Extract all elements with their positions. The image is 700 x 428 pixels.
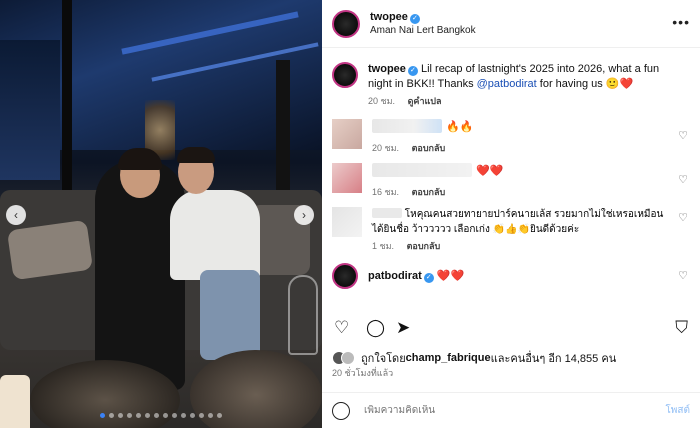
comments-list: twopee ✓ Lil recap of lastnight's 2025 in… [322, 56, 700, 314]
comment: โหคุณคนสวยทายายปาร์คนายเล้ส รวยมากไม่ใช่… [322, 207, 700, 253]
carousel-dot [127, 413, 132, 418]
comment-body: โหคุณคนสวยทายายปาร์คนายเล้ส รวยมากไม่ใช่… [372, 207, 672, 253]
carousel-dot [109, 413, 114, 418]
bookmark-icon[interactable]: ⛉ [675, 318, 688, 338]
emoji-icon[interactable] [332, 401, 350, 420]
photo-candle [0, 375, 30, 428]
comment-time: 16 ชม. [372, 187, 400, 197]
comment-body: 🔥🔥 20 ชม. ตอบกลับ [372, 119, 473, 155]
post-photo: ‹ › [0, 0, 322, 428]
likes-prefix: ถูกใจโดย [361, 353, 406, 365]
comment: 🔥🔥 20 ชม. ตอบกลับ ♡ [322, 119, 700, 155]
like-comment-heart-icon[interactable]: ♡ [678, 211, 688, 224]
avatar[interactable] [332, 163, 362, 193]
comment-input[interactable] [364, 405, 634, 416]
post-location[interactable]: Aman Nai Lert Bangkok [370, 24, 476, 38]
avatar[interactable] [332, 263, 358, 289]
comment: ❤️❤️ 16 ชม. ตอบกลับ ♡ [322, 163, 700, 199]
carousel-dot [136, 413, 141, 418]
comment-body: ❤️❤️ 16 ชม. ตอบกลับ [372, 163, 503, 199]
carousel-indicator [0, 413, 322, 418]
more-options-icon[interactable]: ••• [672, 14, 690, 30]
likes-user[interactable]: champ_fabrique [406, 352, 491, 364]
comment-body: patbodirat ✓ ❤️❤️ [368, 269, 464, 283]
caption-text-end: for having us 🙂❤️ [536, 78, 634, 90]
like-comment-heart-icon[interactable]: ♡ [678, 269, 688, 282]
carousel-dot [199, 413, 204, 418]
carousel-dot [118, 413, 123, 418]
comment-time: 1 ชม. [372, 241, 395, 251]
carousel-dot [217, 413, 222, 418]
caption-meta: 20 ชม. ดูคำแปล [368, 94, 668, 109]
photo-wine-glass [288, 275, 318, 355]
carousel-dot [100, 413, 105, 418]
reply-button[interactable]: ตอบกลับ [412, 143, 446, 153]
caption-body: twopee ✓ Lil recap of lastnight's 2025 in… [368, 62, 668, 109]
avatar[interactable] [332, 119, 362, 149]
verified-icon: ✓ [409, 14, 420, 24]
reply-button[interactable]: ตอบกลับ [407, 241, 441, 251]
carousel-dot [208, 413, 213, 418]
blurred-username [372, 163, 472, 177]
carousel-dot [145, 413, 150, 418]
translate-link[interactable]: ดูคำแปล [408, 96, 442, 106]
comment-text: ❤️❤️ [436, 270, 465, 282]
caption-time: 20 ชม. [368, 96, 396, 106]
blurred-username [372, 208, 402, 218]
like-comment-heart-icon[interactable]: ♡ [678, 173, 688, 186]
likes-suffix[interactable]: และคนอื่นๆ อีก 14,855 คน [491, 349, 617, 367]
caption: twopee ✓ Lil recap of lastnight's 2025 in… [322, 56, 700, 109]
photo-man-jeans [200, 270, 260, 360]
like-comment-heart-icon[interactable]: ♡ [678, 129, 688, 142]
carousel-dot [172, 413, 177, 418]
post-header-text: twopee ✓ Aman Nai Lert Bangkok [370, 9, 476, 38]
avatar[interactable] [332, 9, 360, 38]
add-comment-bar: โพสต์ [322, 392, 700, 428]
carousel-dot [163, 413, 168, 418]
post-header: twopee ✓ Aman Nai Lert Bangkok ••• [322, 0, 700, 48]
caption-username[interactable]: twopee [368, 63, 406, 75]
chevron-right-icon: › [302, 208, 306, 222]
post-side-panel: twopee ✓ Aman Nai Lert Bangkok ••• twopee… [322, 0, 700, 428]
verified-icon: ✓ [423, 273, 434, 283]
avatar [341, 351, 355, 365]
photo-man-hair [177, 147, 215, 163]
comment-text: ❤️❤️ [476, 164, 504, 177]
verified-icon: ✓ [407, 66, 418, 76]
comment-username[interactable]: patbodirat [368, 270, 422, 282]
post-dialog: ‹ › twopee ✓ Aman Nai Lert Bangkok ••• tw… [0, 0, 700, 428]
likes-summary: ถูกใจโดย champ_fabrique และคนอื่นๆ อีก 1… [332, 349, 616, 367]
blurred-username [372, 119, 442, 133]
carousel-dot [181, 413, 186, 418]
post-comment-button[interactable]: โพสต์ [665, 403, 690, 418]
comment-text: 🔥🔥 [446, 120, 474, 133]
share-icon[interactable]: ➤ [396, 318, 410, 338]
next-photo-button[interactable]: › [294, 205, 314, 225]
photo-window [0, 40, 60, 180]
comment-time: 20 ชม. [372, 143, 400, 153]
post-username[interactable]: twopee [370, 11, 408, 23]
like-heart-icon[interactable]: ♡ [334, 318, 349, 338]
post-actions: ♡ ◯ ➤ ⛉ [322, 318, 700, 342]
carousel-dot [190, 413, 195, 418]
comment-icon[interactable]: ◯ [366, 318, 385, 338]
avatar[interactable] [332, 62, 358, 88]
carousel-dot [154, 413, 159, 418]
caption-mention[interactable]: @patbodirat [477, 78, 537, 90]
chevron-left-icon: ‹ [14, 208, 18, 222]
reply-button[interactable]: ตอบกลับ [412, 187, 446, 197]
avatar[interactable] [332, 207, 362, 237]
comment: patbodirat ✓ ❤️❤️ ♡ [322, 263, 700, 289]
post-time[interactable]: 20 ชั่วโมงที่แล้ว [332, 366, 393, 380]
comment-text: โหคุณคนสวยทายายปาร์คนายเล้ส รวยมากไม่ใช่… [372, 209, 664, 235]
photo-man [170, 190, 260, 280]
previous-photo-button[interactable]: ‹ [6, 205, 26, 225]
